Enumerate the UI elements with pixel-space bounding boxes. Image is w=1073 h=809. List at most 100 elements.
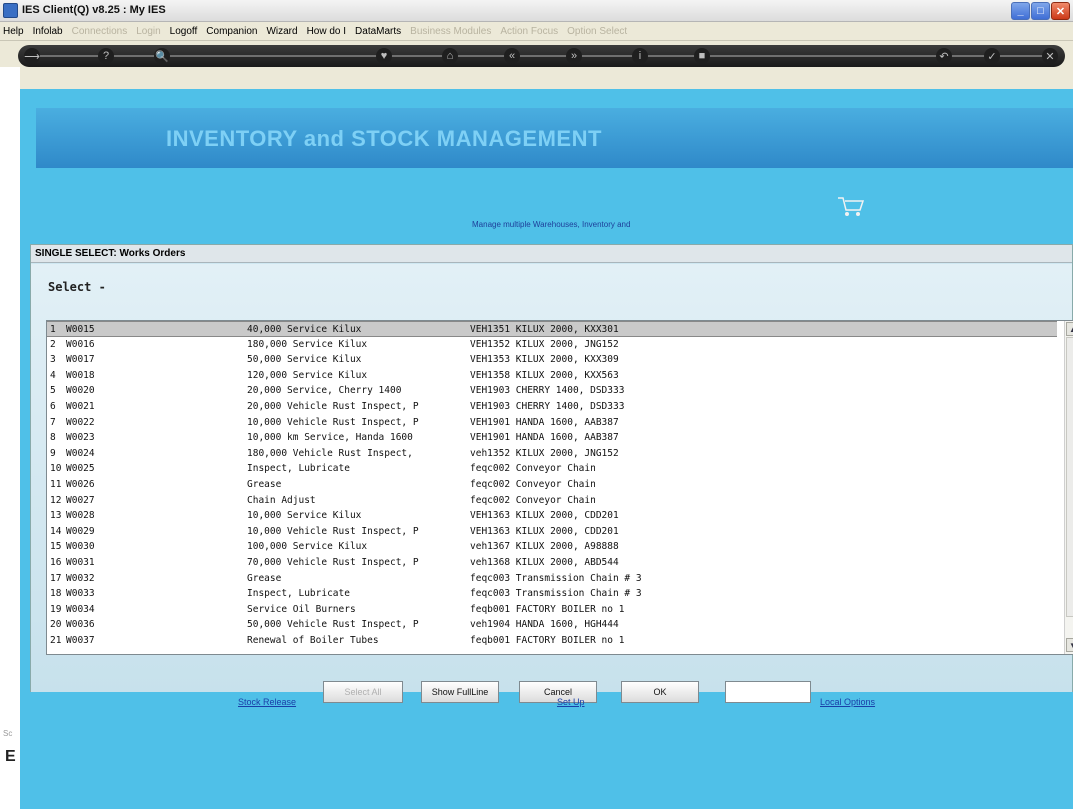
row-reference: veh1352 KILUX 2000, JNG152 <box>470 447 619 459</box>
info-icon[interactable]: i <box>632 48 648 64</box>
list-item[interactable]: 14 W0029 10,000 Vehicle Rust Inspect, P VEH… <box>47 524 1057 540</box>
list-item[interactable]: 4 W0018 120,000 Service Kilux VEH1358 KILUX… <box>47 368 1057 384</box>
list-item[interactable]: 21 W0037 Renewal of Boiler Tubes feqb001 FA… <box>47 633 1057 649</box>
title-bar: IES Client(Q) v8.25 : My IES _ □ ✕ <box>0 0 1073 22</box>
help-icon[interactable]: ? <box>98 48 114 64</box>
list-scrollbar[interactable]: ▲ ▼ <box>1064 321 1073 654</box>
arrow-icon[interactable]: ⟶ <box>24 48 40 64</box>
row-code: W0026 <box>66 478 95 490</box>
row-number: 5 <box>50 385 56 397</box>
row-code: W0027 <box>66 494 95 506</box>
toolbar-line <box>28 55 1055 57</box>
row-number: 12 <box>50 494 62 506</box>
row-number: 17 <box>50 572 62 584</box>
row-description: 50,000 Service Kilux <box>247 354 362 366</box>
banner: INVENTORY and STOCK MANAGEMENT <box>36 108 1073 168</box>
shopping-cart-icon <box>838 197 865 216</box>
row-reference: VEH1351 KILUX 2000, KXX301 <box>470 324 619 335</box>
menu-datamarts[interactable]: DataMarts <box>355 26 401 37</box>
row-number: 21 <box>50 634 62 646</box>
local-options-link[interactable]: Local Options <box>820 697 875 707</box>
row-code: W0036 <box>66 619 95 631</box>
row-code: W0032 <box>66 572 95 584</box>
menu-option-select[interactable]: Option Select <box>567 26 627 37</box>
list-item[interactable]: 9 W0024 180,000 Vehicle Rust Inspect, veh13… <box>47 446 1057 462</box>
menu-business-modules[interactable]: Business Modules <box>410 26 491 37</box>
list-item[interactable]: 20 W0036 50,000 Vehicle Rust Inspect, P veh… <box>47 617 1057 633</box>
stock-release-link[interactable]: Stock Release <box>238 697 296 707</box>
list-item[interactable]: 16 W0031 70,000 Vehicle Rust Inspect, P veh… <box>47 555 1057 571</box>
row-number: 1 <box>50 324 56 335</box>
row-reference: VEH1901 HANDA 1600, AAB387 <box>470 432 619 444</box>
row-description: 40,000 Service Kilux <box>247 324 362 335</box>
list-item[interactable]: 6 W0021 20,000 Vehicle Rust Inspect, P VEH1… <box>47 399 1057 415</box>
row-reference: VEH1901 HANDA 1600, AAB387 <box>470 416 619 428</box>
row-code: W0016 <box>66 338 95 350</box>
row-number: 3 <box>50 354 56 366</box>
scroll-thumb[interactable] <box>1066 337 1073 617</box>
select-label: Select - <box>48 280 106 294</box>
search-icon[interactable]: 🔍 <box>154 48 170 64</box>
row-reference: VEH1903 CHERRY 1400, DSD333 <box>470 385 625 397</box>
row-description: Inspect, Lubricate <box>247 463 350 475</box>
row-number: 2 <box>50 338 56 350</box>
row-code: W0024 <box>66 447 95 459</box>
undo-icon[interactable]: ↶ <box>936 48 952 64</box>
row-reference: VEH1358 KILUX 2000, KXX563 <box>470 369 619 381</box>
back-icon[interactable]: « <box>504 48 520 64</box>
list-item[interactable]: 11 W0026 Grease feqc002 Conveyor Chain <box>47 477 1057 493</box>
list-item[interactable]: 7 W0022 10,000 Vehicle Rust Inspect, P VEH1… <box>47 415 1057 431</box>
toolbar: ⟶ ? 🔍 ♥ ⌂ « » i ■ ↶ ✓ ✕ <box>18 45 1065 67</box>
list-item[interactable]: 1 W0015 40,000 Service Kilux VEH1351 KILUX … <box>47 321 1057 337</box>
list-item[interactable]: 17 W0032 Grease feqc003 Transmission Chain … <box>47 571 1057 587</box>
row-description: Chain Adjust <box>247 494 316 506</box>
stop-icon[interactable]: ■ <box>694 48 710 64</box>
list-item[interactable]: 2 W0016 180,000 Service Kilux VEH1352 KILUX… <box>47 337 1057 353</box>
menu-login[interactable]: Login <box>136 26 160 37</box>
row-code: W0021 <box>66 400 95 412</box>
row-number: 4 <box>50 369 56 381</box>
row-description: 100,000 Service Kilux <box>247 541 368 553</box>
scroll-up-icon[interactable]: ▲ <box>1066 322 1073 336</box>
banner-subtitle: Manage multiple Warehouses, Inventory an… <box>472 220 631 229</box>
row-code: W0030 <box>66 541 95 553</box>
minimize-button[interactable]: _ <box>1011 2 1030 20</box>
list-item[interactable]: 5 W0020 20,000 Service, Cherry 1400 VEH1903… <box>47 383 1057 399</box>
maximize-button[interactable]: □ <box>1031 2 1050 20</box>
scroll-down-icon[interactable]: ▼ <box>1066 638 1073 652</box>
menu-logoff[interactable]: Logoff <box>170 26 198 37</box>
list-item[interactable]: 10 W0025 Inspect, Lubricate feqc002 Conveyo… <box>47 461 1057 477</box>
list-item[interactable]: 8 W0023 10,000 km Service, Handa 1600 VEH19… <box>47 430 1057 446</box>
close-button[interactable]: ✕ <box>1051 2 1070 20</box>
row-number: 11 <box>50 478 62 490</box>
list-item[interactable]: 19 W0034 Service Oil Burners feqb001 FACTOR… <box>47 602 1057 618</box>
check-icon[interactable]: ✓ <box>984 48 1000 64</box>
list-item[interactable]: 15 W0030 100,000 Service Kilux veh1367 KILU… <box>47 539 1057 555</box>
row-reference: VEH1352 KILUX 2000, JNG152 <box>470 338 619 350</box>
home-icon[interactable]: ⌂ <box>442 48 458 64</box>
row-description: 10,000 Service Kilux <box>247 510 362 522</box>
toolbar-close-icon[interactable]: ✕ <box>1042 48 1058 64</box>
menu-how-do-i[interactable]: How do I <box>307 26 346 37</box>
menu-connections[interactable]: Connections <box>72 26 128 37</box>
menu-action-focus[interactable]: Action Focus <box>500 26 558 37</box>
row-reference: feqc003 Transmission Chain # 3 <box>470 572 642 584</box>
list-item[interactable]: 3 W0017 50,000 Service Kilux VEH1353 KILUX … <box>47 352 1057 368</box>
row-number: 7 <box>50 416 56 428</box>
row-code: W0018 <box>66 369 95 381</box>
menu-wizard[interactable]: Wizard <box>266 26 297 37</box>
works-orders-list[interactable]: 1 W0015 40,000 Service Kilux VEH1351 KILUX … <box>46 320 1073 655</box>
list-item[interactable]: 13 W0028 10,000 Service Kilux VEH1363 KILUX… <box>47 508 1057 524</box>
row-number: 8 <box>50 432 56 444</box>
menu-infolab[interactable]: Infolab <box>33 26 63 37</box>
set-up-link[interactable]: Set Up <box>557 697 585 707</box>
forward-icon[interactable]: » <box>566 48 582 64</box>
list-item[interactable]: 18 W0033 Inspect, Lubricate feqc003 Transmi… <box>47 586 1057 602</box>
row-description: 20,000 Vehicle Rust Inspect, P <box>247 400 419 412</box>
menu-companion[interactable]: Companion <box>206 26 257 37</box>
row-code: W0025 <box>66 463 95 475</box>
row-description: 180,000 Vehicle Rust Inspect, <box>247 447 413 459</box>
menu-help[interactable]: Help <box>3 26 24 37</box>
list-item[interactable]: 12 W0027 Chain Adjust feqc002 Conveyor Chai… <box>47 493 1057 509</box>
heart-icon[interactable]: ♥ <box>376 48 392 64</box>
